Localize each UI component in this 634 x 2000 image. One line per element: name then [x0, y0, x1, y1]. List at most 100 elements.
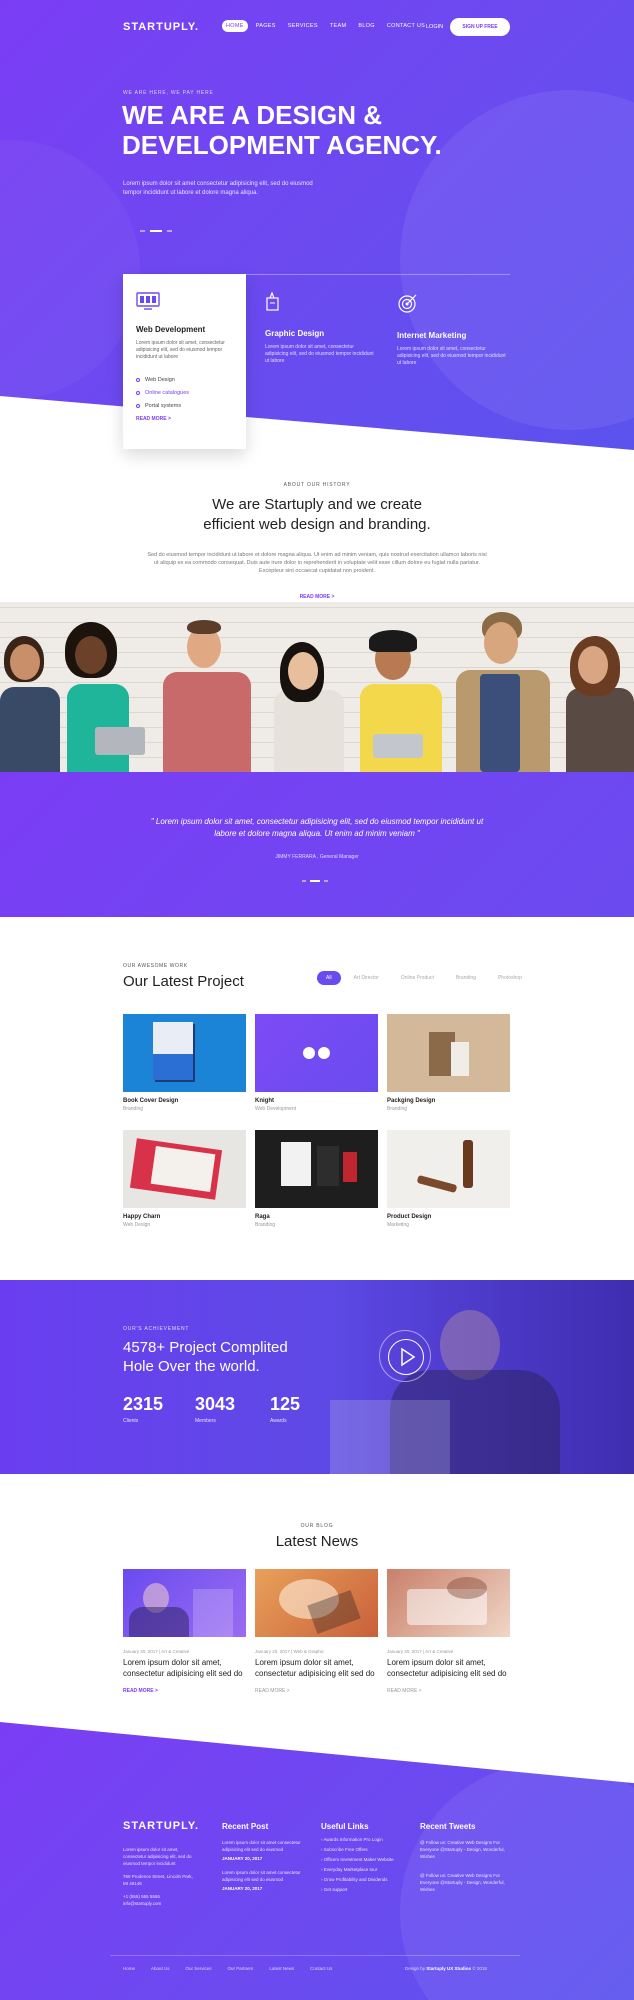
list-item[interactable]: Portal systems	[136, 403, 233, 409]
project-thumbnail	[387, 1014, 510, 1092]
footer-recent-tweets: Recent Tweets @ Follow us: Creative Web …	[420, 1822, 510, 1893]
slider-dot-active[interactable]	[150, 230, 162, 232]
footer-divider	[110, 1955, 520, 1956]
achievement-title: 4578+ Project Complited Hole Over the wo…	[123, 1339, 288, 1375]
logo[interactable]: STARTUPLY.	[123, 21, 199, 33]
filter-all[interactable]: All	[317, 971, 341, 985]
news-card[interactable]: January 20, 2017 | Art & Creative Lorem …	[387, 1569, 510, 1694]
tweet[interactable]: @ Follow us: Creative Web Designs For Ev…	[420, 1872, 510, 1893]
news-title[interactable]: Lorem ipsum dolor sit amet, consectetur …	[387, 1657, 510, 1679]
project-category: Branding	[387, 1106, 408, 1112]
news-kicker: OUR BLOG	[300, 1523, 334, 1529]
copyright: Design by Startuply UX Studios © 2018	[405, 1966, 487, 1971]
service-graphic-design[interactable]: Graphic Design Lorem ipsum dolor sit ame…	[265, 291, 375, 365]
footer-recent-posts: Recent Post Lorem ipsum dolor sit amet c…	[222, 1822, 310, 1891]
nav-link-blog[interactable]: BLOG	[354, 20, 378, 32]
footer-link[interactable]: › Officers Investment Maker Website	[321, 1857, 394, 1862]
slider-dot[interactable]	[302, 880, 306, 882]
about-description: Sed do eiusmod tempor incididunt ut labo…	[147, 552, 487, 574]
filter-online-product[interactable]: Online Product	[392, 971, 443, 985]
read-more-link[interactable]: READ MORE >	[136, 416, 233, 422]
hero-title: WE ARE A DESIGN & DEVELOPMENT AGENCY.	[122, 100, 442, 160]
project-card[interactable]: Raga Branding	[255, 1130, 378, 1228]
service-internet-marketing[interactable]: Internet Marketing Lorem ipsum dolor sit…	[397, 292, 507, 367]
project-card[interactable]: Book Cover Design Branding	[123, 1014, 246, 1112]
footer-link[interactable]: › Everyday Marketplace tour	[321, 1867, 394, 1872]
filter-photoshop[interactable]: Photoshop	[489, 971, 531, 985]
footer-link[interactable]: › Awards Information Pro Login	[321, 1837, 394, 1842]
footer-bottom-link[interactable]: Our Services	[186, 1966, 212, 1971]
project-category: Web Design	[123, 1222, 151, 1228]
play-button[interactable]	[379, 1330, 431, 1382]
footer-link[interactable]: › Grow Profitability and Dividends	[321, 1877, 394, 1882]
person-figure	[155, 612, 255, 772]
service-title: Graphic Design	[265, 329, 325, 338]
filter-art-director[interactable]: Art Director	[345, 971, 388, 985]
slider-dot[interactable]	[167, 230, 172, 232]
service-web-development-card[interactable]: Web Development Lorem ipsum dolor sit am…	[123, 274, 246, 449]
news-card[interactable]: January 20, 2017 | Web & Graphic Lorem i…	[255, 1569, 378, 1694]
tweet[interactable]: @ Follow us: Creative Web Designs For Ev…	[420, 1839, 510, 1860]
project-card[interactable]: Packging Design Branding	[387, 1014, 510, 1112]
project-category: Web Development	[255, 1106, 297, 1112]
signup-button[interactable]: SIGN UP FREE	[450, 18, 510, 36]
about-title: We are Startuply and we create efficient…	[203, 496, 431, 533]
nav-link-pages[interactable]: PAGES	[252, 20, 280, 32]
news-card[interactable]: January 20, 2017 | Art & Creative Lorem …	[123, 1569, 246, 1694]
nav-link-home[interactable]: HOME	[222, 20, 248, 32]
read-more-link[interactable]: READ MORE >	[0, 594, 634, 600]
testimonial-dots	[302, 880, 328, 882]
project-name: Happy Charn	[123, 1214, 161, 1220]
service-desc: Lorem ipsum dolor sit amet, consectetur …	[397, 346, 506, 366]
slider-dot[interactable]	[324, 880, 328, 882]
news-meta: January 20, 2017 | Art & Creative	[387, 1649, 454, 1654]
projects-kicker: OUR AWESOME WORK	[123, 963, 188, 969]
person-figure	[562, 632, 634, 772]
nav-link-team[interactable]: TEAM	[326, 20, 350, 32]
project-thumbnail	[123, 1014, 246, 1092]
footer-bottom-link[interactable]: About Us	[151, 1966, 170, 1971]
monitor-icon	[136, 292, 160, 310]
news-thumbnail	[387, 1569, 510, 1637]
footer-post[interactable]: Lorem ipsum dolor sit amet consectetur a…	[222, 1869, 310, 1883]
news-title[interactable]: Lorem ipsum dolor sit amet, consectetur …	[123, 1657, 246, 1679]
about-kicker: ABOUT OUR HISTORY	[283, 482, 351, 488]
nav-link-services[interactable]: SERVICES	[284, 20, 322, 32]
footer-bottom-link[interactable]: Contact Us	[310, 1966, 332, 1971]
play-icon	[401, 1347, 416, 1367]
news-thumbnail	[255, 1569, 378, 1637]
nav-link-contact[interactable]: CONTACT US	[383, 20, 429, 32]
project-card[interactable]: Happy Charn Web Design	[123, 1130, 246, 1228]
read-more-link[interactable]: READ MORE >	[387, 1688, 510, 1694]
project-thumbnail	[123, 1130, 246, 1208]
read-more-link[interactable]: READ MORE >	[123, 1688, 246, 1694]
footer-link[interactable]: › Subscribe Free Offers	[321, 1847, 394, 1852]
read-more-link[interactable]: READ MORE >	[255, 1688, 378, 1694]
list-item[interactable]: Web Design	[136, 377, 233, 383]
login-link[interactable]: LOGIN	[426, 24, 443, 30]
project-card[interactable]: Knight Web Development	[255, 1014, 378, 1112]
footer-link[interactable]: › Get support	[321, 1887, 394, 1892]
hero-description: Lorem ipsum dolor sit amet consectetur a…	[123, 181, 313, 196]
news-thumbnail	[123, 1569, 246, 1637]
project-category: Branding	[255, 1222, 276, 1228]
nav-links: HOME PAGES SERVICES TEAM BLOG CONTACT US	[222, 20, 429, 32]
slider-dot[interactable]	[140, 230, 145, 232]
footer-logo[interactable]: STARTUPLY.	[123, 1820, 199, 1832]
testimonial-quote: " Lorem ipsum dolor sit amet, consectetu…	[150, 817, 484, 838]
testimonial-author: JIMMY FERRARA , General Manager	[275, 854, 359, 860]
footer-bottom-link[interactable]: Latest News	[269, 1966, 294, 1971]
achievement-kicker: OUR'S ACHIEVEMENT	[123, 1326, 190, 1332]
news-title[interactable]: Lorem ipsum dolor sit amet, consectetur …	[255, 1657, 378, 1679]
footer-bottom-link[interactable]: Home	[123, 1966, 135, 1971]
slider-dot-active[interactable]	[310, 880, 320, 882]
footer: STARTUPLY. Lorem ipsum dolor sit amet, c…	[0, 1722, 634, 2000]
list-item[interactable]: Online catalogues	[136, 390, 233, 396]
footer-bottom-link[interactable]: Our Partners	[228, 1966, 254, 1971]
footer-bottom-links: Home About Us Our Services Our Partners …	[123, 1966, 332, 1971]
filter-branding[interactable]: Branding	[447, 971, 485, 985]
footer-post[interactable]: Lorem ipsum dolor sit amet consectetur a…	[222, 1839, 310, 1853]
projects-title: Our Latest Project	[123, 973, 244, 990]
project-card[interactable]: Product Design Marketing	[387, 1130, 510, 1228]
bullet-icon	[136, 378, 140, 382]
